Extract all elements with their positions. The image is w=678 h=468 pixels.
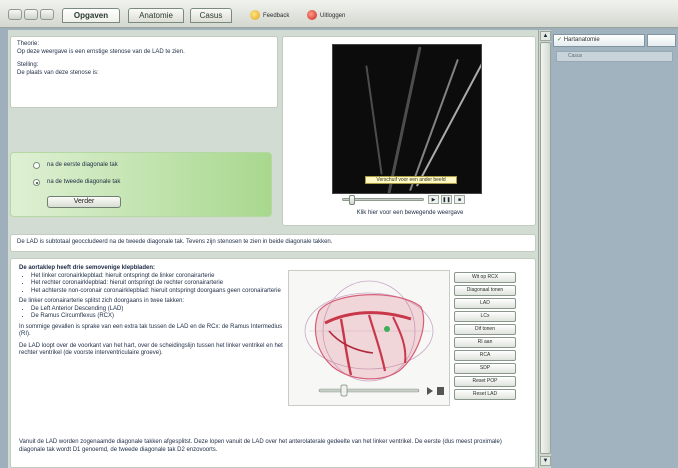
- scroll-up-icon[interactable]: ▲: [540, 31, 551, 41]
- right-tab-label: Hartanatomie: [563, 37, 600, 43]
- model-button-6[interactable]: RI aan: [454, 337, 516, 348]
- scroll-thumb[interactable]: [540, 42, 551, 454]
- feedback-text: De LAD is subtotaal geoccludeerd na de t…: [17, 239, 333, 245]
- casus-field[interactable]: Casus: [556, 51, 673, 62]
- stop-button[interactable]: ■: [454, 195, 465, 204]
- logout-button[interactable]: Uitloggen: [307, 10, 345, 22]
- valve-list: Het linker coronairklepblad: hieruit ont…: [19, 273, 287, 296]
- model-button-5[interactable]: Dif tonen: [454, 324, 516, 335]
- logout-label: Uitloggen: [320, 13, 346, 19]
- tab-hartanatomie[interactable]: ✓ Hartanatomie: [553, 34, 645, 47]
- model-button-9[interactable]: Reset POP: [454, 376, 516, 387]
- tab-casus[interactable]: Casus: [190, 8, 232, 23]
- model-button-1[interactable]: Wit op RCX: [454, 272, 516, 283]
- heart-model-icon: [304, 280, 444, 397]
- theory-text: Op deze weergave is een ernstige stenose…: [17, 48, 185, 55]
- statement-text: De plaats van deze stenose is:: [17, 69, 99, 76]
- pause-button[interactable]: ❚❚: [441, 195, 452, 204]
- list-item: Het rechter coronairklepblad: hieruit on…: [31, 280, 287, 288]
- feedback-bar: De LAD is subtotaal geoccludeerd na de t…: [10, 234, 536, 252]
- right-panel: ✓ Hartanatomie Casus: [551, 30, 678, 468]
- split-text: De linker coronairarterie splitst zich d…: [19, 298, 185, 304]
- submit-button[interactable]: Verder: [47, 196, 121, 208]
- tab-anatomie[interactable]: Anatomie: [128, 8, 184, 23]
- angio-slider-knob[interactable]: [348, 195, 355, 205]
- logout-icon: [307, 10, 317, 21]
- back-button[interactable]: [8, 9, 22, 20]
- answer-label-2: na de tweede diagonale tak: [47, 179, 121, 185]
- viewer-tooltip: Verschuif voor een ander beeld: [365, 176, 457, 184]
- lad-text: De LAD loopt over de voorkant van het ha…: [19, 342, 283, 357]
- diagonal-text: Vanuit de LAD worden zogenaamde diagonal…: [19, 439, 502, 453]
- heart-model-viewer[interactable]: [288, 270, 450, 406]
- model-button-3[interactable]: LAD: [454, 298, 516, 309]
- casus-field-text: Casus: [568, 53, 583, 59]
- scroll-down-icon[interactable]: ▼: [540, 456, 551, 466]
- viewer-caption[interactable]: Klik hier voor een bewegende weergave: [340, 210, 480, 218]
- main-scrollbar[interactable]: ▲ ▼: [538, 30, 551, 468]
- theory-label: Theorie:: [17, 41, 40, 47]
- model-button-8[interactable]: SDP: [454, 363, 516, 374]
- list-item: De Ramus Circumflexus (RCX): [31, 313, 287, 321]
- answer-panel: na de eerste diagonale tak na de tweede …: [10, 152, 272, 217]
- answer-label-1: na de eerste diagonale tak: [47, 162, 118, 168]
- branch-list: De Left Anterior Descending (LAD) De Ram…: [19, 306, 287, 321]
- check-icon: ✓: [557, 37, 563, 43]
- answer-radio-2[interactable]: [33, 179, 40, 186]
- angiogram-image[interactable]: [332, 44, 482, 194]
- model-button-4[interactable]: LCx: [454, 311, 516, 322]
- feedback-button[interactable]: Feedback: [250, 10, 289, 22]
- tab-opgaven[interactable]: Opgaven: [62, 8, 120, 23]
- feedback-label: Feedback: [263, 13, 290, 19]
- statement-label: Stelling:: [17, 62, 39, 68]
- anatomy-intro: De aortaklep heeft drie semovenige klepb…: [19, 265, 156, 271]
- list-item: De Left Anterior Descending (LAD): [31, 306, 287, 314]
- lightbulb-icon: [250, 10, 260, 21]
- tab-extra[interactable]: [647, 34, 676, 47]
- play-button[interactable]: ▶: [428, 195, 439, 204]
- list-item: Het achterste non-coronair coronairklepb…: [31, 288, 287, 296]
- model-button-2[interactable]: Diagonaal tonen: [454, 285, 516, 296]
- top-toolbar: Opgaven Anatomie Casus Feedback Uitlogge…: [0, 0, 678, 28]
- model-button-7[interactable]: RCA: [454, 350, 516, 361]
- answer-radio-1[interactable]: [33, 162, 40, 169]
- forward-button[interactable]: [24, 9, 38, 20]
- home-button[interactable]: [40, 9, 54, 20]
- list-item: Het linker coronairklepblad: hieruit ont…: [31, 273, 287, 281]
- extra-branch-text: In sommige gevallen is sprake van een ex…: [19, 323, 283, 338]
- question-card: Theorie: Op deze weergave is een ernstig…: [10, 36, 278, 108]
- model-button-10[interactable]: Reset LAD: [454, 389, 516, 400]
